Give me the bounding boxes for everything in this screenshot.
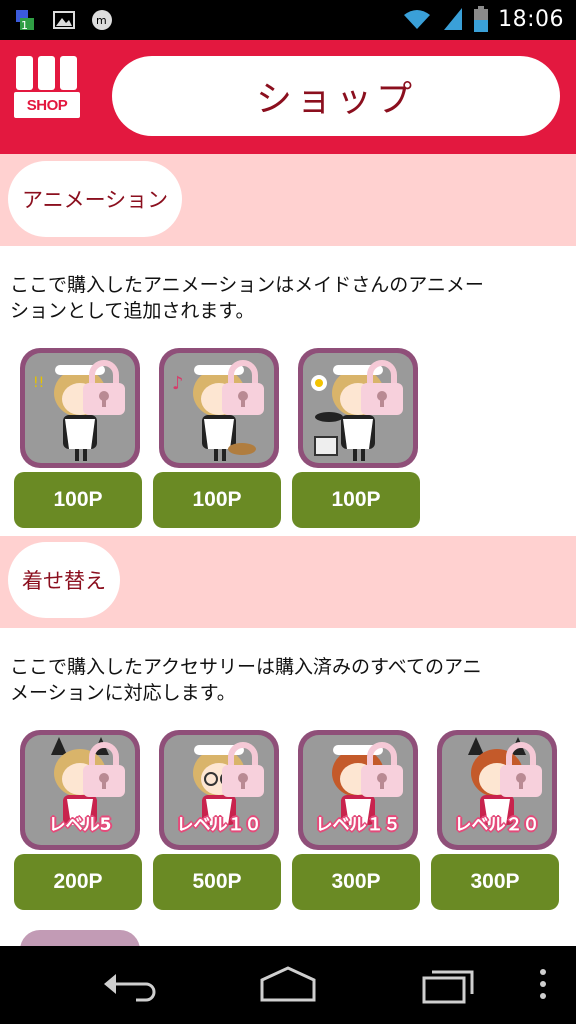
price-button-animation-2[interactable]: 100P bbox=[153, 472, 281, 528]
clock: 18:06 bbox=[498, 6, 564, 32]
wifi-icon bbox=[404, 10, 431, 29]
price-label: 500P bbox=[192, 870, 242, 893]
header-bar: SHOP ショップ bbox=[0, 40, 576, 154]
shop-logo: SHOP bbox=[14, 56, 80, 120]
dressup-description-line2: メーションに対応します。 bbox=[10, 682, 236, 704]
back-icon[interactable] bbox=[100, 964, 158, 1004]
svg-text:m: m bbox=[96, 14, 107, 27]
dressup-description-line1: ここで購入したアクセサリーは購入済みのすべてのアニ bbox=[10, 656, 482, 678]
price-button-dressup-3[interactable]: 300P bbox=[292, 854, 420, 910]
recent-apps-icon[interactable] bbox=[420, 964, 476, 1004]
dressup-section-header: 着せ替え bbox=[0, 536, 576, 628]
title-pill: ショップ bbox=[112, 56, 560, 136]
level-badge: レベル5 bbox=[48, 815, 112, 835]
price-button-dressup-1[interactable]: 200P bbox=[14, 854, 142, 910]
level-badge: レベル１０ bbox=[176, 815, 262, 835]
lock-icon bbox=[83, 360, 125, 415]
price-label: 200P bbox=[53, 870, 103, 893]
animation-description-line2: ションとして追加されます。 bbox=[10, 300, 255, 322]
level-badge: レベル２０ bbox=[454, 815, 540, 835]
lock-icon bbox=[361, 742, 403, 797]
animation-item-2[interactable]: ♪ bbox=[159, 348, 279, 468]
image-icon bbox=[53, 11, 75, 29]
animation-description: ここで購入したアニメーションはメイドさんのアニメー ションとして追加されます。 bbox=[10, 272, 570, 324]
page-title: ショップ bbox=[255, 79, 416, 120]
animation-item-1[interactable]: !! bbox=[20, 348, 140, 468]
system-nav-bar bbox=[0, 946, 576, 1024]
signal-icon bbox=[444, 8, 463, 30]
price-label: 100P bbox=[192, 488, 242, 511]
notification-icon: 1 bbox=[16, 10, 34, 32]
status-bar: 1 m 18:06 bbox=[0, 0, 576, 40]
animation-section-label: アニメーション bbox=[22, 188, 169, 212]
animation-item-3[interactable] bbox=[298, 348, 418, 468]
dressup-item-1[interactable]: レベル5 bbox=[20, 730, 140, 850]
level-badge: レベル１５ bbox=[315, 815, 401, 835]
svg-text:1: 1 bbox=[21, 19, 28, 32]
price-button-animation-3[interactable]: 100P bbox=[292, 472, 420, 528]
dressup-item-4[interactable]: レベル２０ bbox=[437, 730, 557, 850]
price-button-dressup-2[interactable]: 500P bbox=[153, 854, 281, 910]
lock-icon bbox=[222, 360, 264, 415]
price-button-animation-1[interactable]: 100P bbox=[14, 472, 142, 528]
lock-icon bbox=[83, 742, 125, 797]
home-icon[interactable] bbox=[258, 964, 318, 1004]
animation-section-header: アニメーション bbox=[0, 154, 576, 246]
battery-icon bbox=[474, 6, 489, 32]
messenger-icon: m bbox=[92, 10, 112, 30]
price-button-dressup-4[interactable]: 300P bbox=[431, 854, 559, 910]
lock-icon bbox=[500, 742, 542, 797]
animation-section-pill: アニメーション bbox=[8, 161, 183, 237]
svg-text:!!: !! bbox=[33, 375, 44, 391]
lock-icon bbox=[361, 360, 403, 415]
price-label: 100P bbox=[331, 488, 381, 511]
animation-description-line1: ここで購入したアニメーションはメイドさんのアニメー bbox=[10, 274, 484, 296]
price-label: 100P bbox=[53, 488, 103, 511]
dressup-section-pill: 着せ替え bbox=[8, 542, 120, 618]
dressup-section-label: 着せ替え bbox=[22, 569, 106, 593]
shop-logo-text: SHOP bbox=[26, 97, 68, 114]
menu-icon[interactable] bbox=[536, 964, 550, 1004]
price-label: 300P bbox=[470, 870, 520, 893]
lock-icon bbox=[222, 742, 264, 797]
dressup-item-2[interactable]: レベル１０ bbox=[159, 730, 279, 850]
price-label: 300P bbox=[331, 870, 381, 893]
dressup-description: ここで購入したアクセサリーは購入済みのすべてのアニ メーションに対応します。 bbox=[10, 654, 570, 706]
svg-text:♪: ♪ bbox=[172, 373, 184, 394]
dressup-item-3[interactable]: レベル１５ bbox=[298, 730, 418, 850]
